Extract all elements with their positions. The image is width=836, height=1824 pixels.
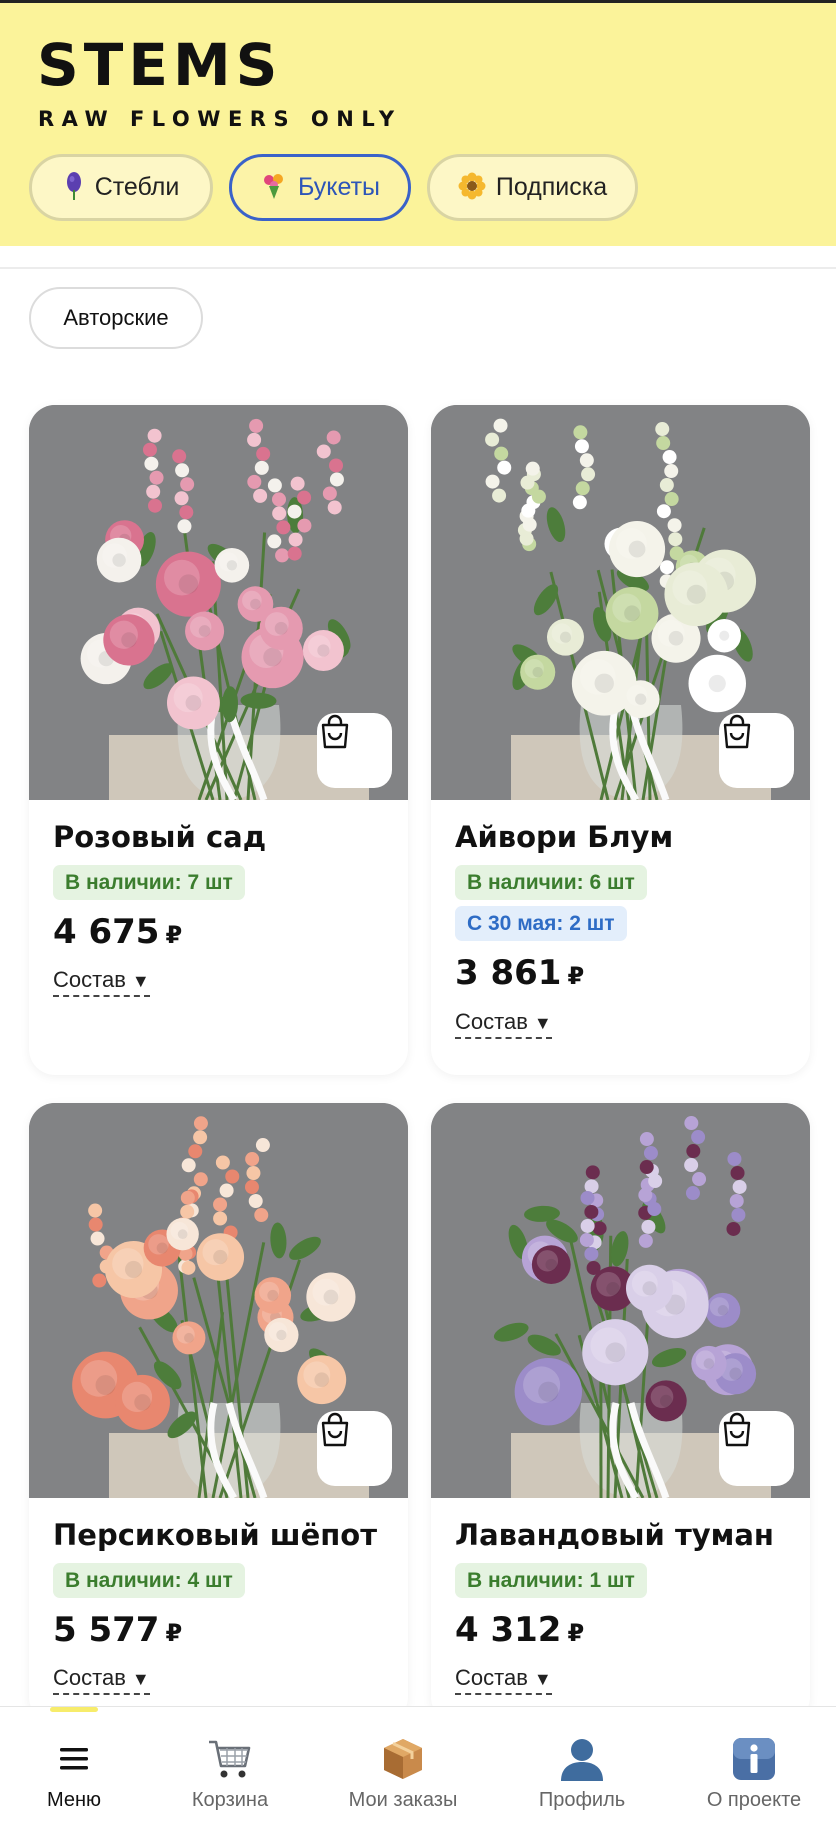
tab-label: Букеты	[297, 173, 381, 201]
header-divider	[0, 267, 836, 269]
info-icon	[732, 1735, 776, 1783]
brand-title: STEMS	[37, 31, 283, 99]
bottom-navigation: Меню Корзина Мои заказы Профиль О проект…	[0, 1706, 836, 1824]
product-name[interactable]: Розовый сад	[53, 820, 384, 855]
stock-badge: В наличии: 1 шт	[455, 1562, 647, 1598]
product-photo[interactable]	[29, 1103, 408, 1498]
stock-badge: В наличии: 6 шт	[455, 864, 647, 900]
product-card[interactable]: Персиковый шёпот В наличии: 4 шт 5 577 ₽ …	[29, 1103, 408, 1723]
triangle-down-icon: ▼	[533, 1669, 552, 1690]
add-to-cart-button[interactable]	[719, 1411, 794, 1486]
currency-sign: ₽	[165, 1618, 183, 1647]
stock-badge: В наличии: 4 шт	[53, 1562, 245, 1598]
currency-sign: ₽	[165, 920, 183, 949]
triangle-down-icon: ▼	[131, 971, 150, 992]
app-header: STEMS RAW FLOWERS ONLY Стебли Букеты Под…	[0, 0, 836, 246]
profile-icon	[559, 1735, 605, 1783]
nav-menu[interactable]: Меню	[0, 1707, 148, 1824]
bouquet-icon	[260, 172, 288, 204]
shopping-cart-icon	[207, 1735, 253, 1783]
filter-chip-authors[interactable]: Авторские	[29, 287, 203, 349]
nav-label: Профиль	[538, 1789, 626, 1811]
price-value: 4 312	[455, 1609, 562, 1650]
tab-label: Подписка	[495, 173, 608, 201]
tab-subscription[interactable]: Подписка	[427, 154, 638, 221]
currency-sign: ₽	[567, 1618, 585, 1647]
triangle-down-icon: ▼	[533, 1012, 552, 1033]
nav-profile[interactable]: Профиль	[512, 1707, 652, 1824]
product-price: 4 675 ₽	[53, 911, 384, 952]
composition-label: Состав	[455, 1008, 528, 1034]
composition-label: Состав	[53, 1665, 126, 1691]
add-to-cart-button[interactable]	[317, 1411, 392, 1486]
product-photo[interactable]	[29, 405, 408, 800]
product-photo[interactable]	[431, 1103, 810, 1498]
menu-icon	[60, 1735, 88, 1783]
tab-label: Стебли	[94, 173, 180, 201]
product-price: 4 312 ₽	[455, 1609, 786, 1650]
product-price: 3 861 ₽	[455, 953, 786, 994]
triangle-down-icon: ▼	[131, 1669, 150, 1690]
package-icon	[381, 1735, 425, 1783]
price-value: 4 675	[53, 911, 160, 952]
composition-toggle[interactable]: Состав ▼	[455, 1665, 552, 1696]
composition-toggle[interactable]: Состав ▼	[53, 967, 150, 998]
composition-label: Состав	[455, 1665, 528, 1691]
brand-subtitle: RAW FLOWERS ONLY	[38, 107, 402, 131]
tab-bouquets[interactable]: Букеты	[229, 154, 411, 221]
nav-label: Корзина	[191, 1789, 269, 1811]
preorder-badge: С 30 мая: 2 шт	[455, 905, 627, 942]
tab-stems[interactable]: Стебли	[29, 154, 213, 221]
composition-label: Состав	[53, 967, 126, 993]
add-to-cart-button[interactable]	[719, 713, 794, 788]
nav-about[interactable]: О проекте	[684, 1707, 824, 1824]
stock-badge: В наличии: 7 шт	[53, 864, 245, 900]
active-indicator	[50, 1707, 98, 1712]
product-price: 5 577 ₽	[53, 1609, 384, 1650]
nav-label: О проекте	[706, 1789, 802, 1811]
nav-cart[interactable]: Корзина	[160, 1707, 300, 1824]
composition-toggle[interactable]: Состав ▼	[53, 1665, 150, 1696]
price-value: 5 577	[53, 1609, 160, 1650]
price-value: 3 861	[455, 953, 562, 994]
composition-toggle[interactable]: Состав ▼	[455, 1009, 552, 1039]
add-to-cart-button[interactable]	[317, 713, 392, 788]
product-card[interactable]: Розовый сад В наличии: 7 шт 4 675 ₽ Соста…	[29, 405, 408, 1075]
sunflower-icon	[458, 172, 486, 204]
product-card[interactable]: Айвори Блум В наличии: 6 шт С 30 мая: 2 …	[431, 405, 810, 1075]
currency-sign: ₽	[567, 962, 585, 991]
hyacinth-icon	[63, 171, 85, 205]
nav-orders[interactable]: Мои заказы	[333, 1707, 473, 1824]
product-name[interactable]: Айвори Блум	[455, 820, 786, 855]
product-name[interactable]: Лавандовый туман	[455, 1518, 786, 1553]
nav-label: Мои заказы	[348, 1789, 458, 1811]
product-card[interactable]: Лавандовый туман В наличии: 1 шт 4 312 ₽ …	[431, 1103, 810, 1723]
product-photo[interactable]	[431, 405, 810, 800]
product-name[interactable]: Персиковый шёпот	[53, 1518, 384, 1553]
nav-label: Меню	[46, 1789, 102, 1811]
